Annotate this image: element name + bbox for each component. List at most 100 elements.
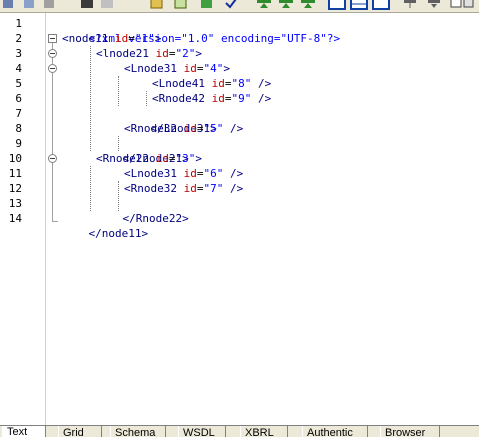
tag-open: <Rnode32 (124, 122, 184, 135)
insert-before-icon[interactable] (200, 0, 216, 10)
attr-value: "5" (203, 122, 224, 135)
attr-name: id (211, 77, 225, 90)
code-line: <Rnode42 id="9" /> (152, 91, 271, 106)
tag-close: > (195, 47, 202, 60)
fold-collapse-icon[interactable] (48, 64, 57, 73)
line-number: 7 (15, 107, 22, 120)
code-line: <Rnode32 id="7" /> (124, 181, 243, 196)
line-number: 10 (8, 152, 22, 165)
indent-guide (118, 76, 119, 106)
cut-icon[interactable] (2, 0, 18, 10)
add-attribute-icon[interactable] (300, 0, 316, 10)
copy-icon[interactable] (22, 0, 38, 10)
code-line: </lnode21> (96, 136, 189, 165)
line-number: 9 (15, 137, 22, 150)
tag-close: /> (223, 167, 244, 180)
view-tab-bar: Text Grid Schema WSDL XBRL Authentic Bro… (0, 425, 479, 437)
tag-open: <Lnode31 (124, 167, 184, 180)
xml-text-editor[interactable]: <?xml version="1.0" encoding="UTF-8"?> <… (60, 13, 479, 425)
attr-name: id (183, 62, 197, 75)
tag-open: <Lnode31 (124, 62, 184, 75)
attr-value: "9" (231, 92, 252, 105)
attr-equals: = (128, 32, 135, 45)
line-number-gutter: 1 2 3 4 5 6 7 8 9 10 11 12 13 14 (0, 13, 46, 425)
tree-icon[interactable] (402, 0, 418, 10)
tag-open: <node11 (62, 32, 115, 45)
attr-value: "6" (203, 167, 224, 180)
attr-value: "3" (175, 152, 196, 165)
fold-collapse-icon[interactable] (48, 154, 57, 163)
code-line: <Lnode31 id="6" /> (124, 166, 243, 181)
attr-name: id (114, 32, 129, 45)
tab-schema[interactable]: Schema (110, 426, 166, 437)
tag-close: /> (223, 122, 244, 135)
check-mark-icon[interactable] (224, 0, 240, 10)
line-number: 14 (8, 212, 22, 225)
fold-collapse-icon[interactable] (48, 34, 57, 43)
code-line: </Rnode22> (96, 196, 189, 225)
code-line: <Lnode41 id="8" /> (152, 76, 271, 91)
tab-grid[interactable]: Grid (58, 426, 102, 437)
tab-xbrl[interactable]: XBRL (240, 426, 288, 437)
tab-text[interactable]: Text (2, 426, 46, 437)
toolbar (0, 0, 479, 13)
tab-browser[interactable]: Browser (380, 426, 440, 437)
indent-guide (90, 46, 91, 151)
folding-margin (46, 13, 60, 425)
validate-icon[interactable] (150, 0, 166, 10)
attr-name: id (155, 152, 169, 165)
code-line: <Rnode32 id="5" /> (124, 121, 243, 136)
paste-icon[interactable] (42, 0, 58, 10)
view-schema-icon[interactable] (372, 0, 390, 10)
tag-open: <Lnode41 (152, 77, 212, 90)
code-line: <lnode21 id="2"> (96, 46, 202, 61)
line-number: 12 (8, 182, 22, 195)
line-number: 1 (15, 17, 22, 30)
line-number: 6 (15, 92, 22, 105)
attr-value: "4" (203, 62, 224, 75)
tag-open: <Rnode42 (152, 92, 212, 105)
attr-name: id (211, 92, 225, 105)
code-line: <?xml version="1.0" encoding="UTF-8"?> (62, 16, 341, 45)
indent-guide (146, 91, 147, 106)
attr-name: id (155, 47, 169, 60)
tag-close: /> (251, 77, 272, 90)
append-child-icon[interactable] (278, 0, 294, 10)
line-number: 2 (15, 32, 22, 45)
insert-after-icon[interactable] (256, 0, 272, 10)
tag-close: > (195, 152, 202, 165)
view-text-icon[interactable] (328, 0, 346, 10)
attr-value: "7" (203, 182, 224, 195)
tag-open: <Rnode22 (96, 152, 156, 165)
tab-authentic[interactable]: Authentic (302, 426, 368, 437)
tag-open: <lnode21 (96, 47, 156, 60)
tag-open: <Rnode32 (124, 182, 184, 195)
indent-guide (90, 166, 91, 211)
code-line: <node11 id="1"> (62, 31, 161, 46)
line-number: 4 (15, 62, 22, 75)
line-number: 5 (15, 77, 22, 90)
code-line: <Rnode22 id="3"> (96, 151, 202, 166)
tag-close: /> (251, 92, 272, 105)
attr-name: id (183, 182, 197, 195)
tab-wsdl[interactable]: WSDL (178, 426, 226, 437)
tree-down-icon[interactable] (426, 0, 442, 10)
attr-value: "2" (175, 47, 196, 60)
line-number: 3 (15, 47, 22, 60)
fold-collapse-icon[interactable] (48, 49, 57, 58)
view-grid-icon[interactable] (350, 0, 368, 10)
check-icon[interactable] (174, 0, 190, 10)
tag-close: > (154, 32, 162, 45)
more-icon[interactable] (450, 0, 474, 10)
code-line: </Lnode31> (124, 106, 217, 135)
line-number: 13 (8, 197, 22, 210)
save-icon[interactable] (100, 0, 116, 10)
open-icon[interactable] (80, 0, 96, 10)
fold-end-marker (52, 221, 58, 222)
code-line: </node11> (62, 211, 149, 240)
tag-close: /> (223, 182, 244, 195)
code-line: <Lnode31 id="4"> (124, 61, 230, 76)
tag-end: </node11> (88, 227, 149, 240)
attr-name: id (183, 122, 197, 135)
line-number: 8 (15, 122, 22, 135)
